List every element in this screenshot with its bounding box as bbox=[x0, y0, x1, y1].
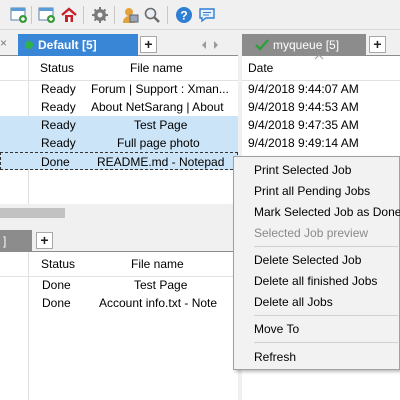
row-file-name: Account info.txt - Note bbox=[99, 296, 218, 310]
menu-item-delete-all-jobs[interactable]: Delete all Jobs bbox=[254, 292, 333, 312]
table-row[interactable]: Done Account info.txt - Note bbox=[0, 294, 238, 312]
bottom-left-job-grid: Status File name Done Test Page Done Acc… bbox=[0, 252, 238, 400]
table-row-selected[interactable]: Ready Full page photo bbox=[0, 134, 238, 152]
row-date: 9/4/2018 9:47:35 AM bbox=[248, 118, 359, 132]
chat-icon[interactable] bbox=[198, 6, 216, 24]
table-row-selected[interactable]: Ready Test Page bbox=[0, 116, 238, 134]
row-status: Ready bbox=[41, 136, 76, 150]
add-window-icon[interactable] bbox=[38, 6, 56, 24]
main-toolbar: ? bbox=[0, 0, 400, 30]
home-icon[interactable] bbox=[60, 6, 78, 24]
printer-user-icon[interactable] bbox=[121, 6, 139, 24]
menu-item-delete-all-finished-jobs[interactable]: Delete all finished Jobs bbox=[254, 271, 377, 291]
top-right-tab-strip: myqueue [5] + bbox=[242, 32, 400, 56]
add-tab-button[interactable]: + bbox=[36, 232, 53, 249]
context-menu: Print Selected Job Print all Pending Job… bbox=[233, 156, 400, 370]
menu-item-refresh[interactable]: Refresh bbox=[254, 347, 296, 367]
menu-item-print-selected-job[interactable]: Print Selected Job bbox=[254, 160, 351, 180]
column-header-date[interactable]: Date bbox=[248, 57, 273, 79]
gear-icon[interactable] bbox=[91, 6, 109, 24]
table-row[interactable]: 9/4/2018 9:44:07 AM bbox=[242, 80, 400, 98]
row-file-name: Forum | Support : Xman... bbox=[91, 82, 229, 96]
tab-default[interactable]: Default [5] bbox=[18, 34, 138, 56]
column-header-status[interactable]: Status bbox=[40, 57, 74, 79]
svg-text:?: ? bbox=[180, 9, 187, 23]
sort-up-icon bbox=[314, 54, 324, 60]
row-file-name: Test Page bbox=[134, 278, 188, 292]
column-header-file-name[interactable]: File name bbox=[131, 253, 184, 275]
bottom-left-tab-strip: ] + bbox=[0, 228, 238, 252]
row-date: 9/4/2018 9:49:14 AM bbox=[248, 136, 359, 150]
row-file-name: Test Page bbox=[134, 118, 188, 132]
row-status: Ready bbox=[41, 118, 76, 132]
horizontal-scrollbar-thumb[interactable] bbox=[0, 208, 65, 218]
help-icon[interactable]: ? bbox=[175, 6, 193, 24]
menu-separator bbox=[254, 315, 398, 316]
table-row[interactable]: 9/4/2018 9:47:35 AM bbox=[242, 116, 400, 134]
menu-item-move-to[interactable]: Move To bbox=[254, 319, 299, 339]
tab-myqueue[interactable]: myqueue [5] bbox=[242, 34, 366, 56]
row-status: Done bbox=[42, 278, 71, 292]
horizontal-scrollbar-track[interactable] bbox=[0, 204, 238, 222]
search-icon[interactable] bbox=[143, 6, 161, 24]
menu-item-delete-selected-job[interactable]: Delete Selected Job bbox=[254, 250, 361, 270]
menu-separator bbox=[254, 342, 398, 343]
row-date: 9/4/2018 9:44:53 AM bbox=[248, 100, 359, 114]
scroll-tabs-left-icon[interactable]: × bbox=[0, 36, 14, 52]
table-row[interactable]: 9/4/2018 9:49:14 AM bbox=[242, 134, 400, 152]
active-dot-icon bbox=[25, 41, 33, 49]
row-file-name: About NetSarang | About bbox=[91, 100, 224, 114]
table-row-focused[interactable]: Done README.md - Notepad bbox=[0, 152, 238, 170]
menu-item-selected-job-preview: Selected Job preview bbox=[254, 226, 369, 240]
add-queue-icon[interactable] bbox=[10, 6, 28, 24]
menu-separator bbox=[254, 246, 398, 247]
add-tab-button[interactable]: + bbox=[140, 36, 157, 53]
row-status: Done bbox=[42, 296, 71, 310]
menu-item-mark-selected-job-done[interactable]: Mark Selected Job as Done bbox=[254, 202, 400, 222]
top-left-tab-strip: × Default [5] + bbox=[0, 32, 238, 56]
add-tab-button[interactable]: + bbox=[369, 36, 386, 53]
row-status: Ready bbox=[41, 100, 76, 114]
tab-bottom-queue[interactable]: ] bbox=[0, 230, 32, 252]
row-status: Done bbox=[41, 155, 70, 169]
row-status: Ready bbox=[41, 82, 76, 96]
tab-label: ] bbox=[3, 234, 7, 248]
tab-label: myqueue [5] bbox=[273, 38, 340, 52]
column-header-status[interactable]: Status bbox=[41, 253, 75, 275]
table-row[interactable]: 9/4/2018 9:44:53 AM bbox=[242, 98, 400, 116]
top-left-job-grid: Status File name Ready Forum | Support :… bbox=[0, 56, 238, 204]
menu-item-print-all-pending-jobs[interactable]: Print all Pending Jobs bbox=[254, 181, 370, 201]
table-row[interactable]: Ready Forum | Support : Xman... bbox=[0, 80, 238, 98]
table-row[interactable]: Done Test Page bbox=[0, 276, 238, 294]
row-date: 9/4/2018 9:44:07 AM bbox=[248, 82, 359, 96]
check-icon bbox=[255, 39, 269, 51]
row-file-name: README.md - Notepad bbox=[97, 155, 225, 169]
column-header-file-name[interactable]: File name bbox=[130, 57, 183, 79]
tab-label: Default [5] bbox=[38, 38, 97, 52]
row-file-name: Full page photo bbox=[117, 136, 200, 150]
table-row[interactable]: Ready About NetSarang | About bbox=[0, 98, 238, 116]
tab-nav-arrows-icon[interactable] bbox=[200, 40, 222, 50]
